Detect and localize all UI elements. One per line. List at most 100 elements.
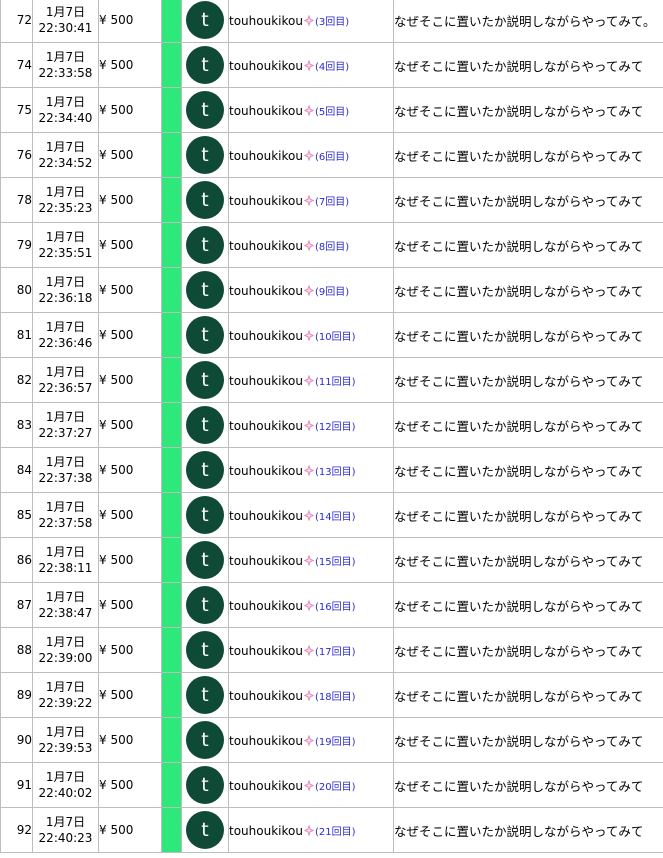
donation-count-link[interactable]: (14回目) — [315, 512, 356, 523]
donation-count-link[interactable]: (20回目) — [315, 782, 356, 793]
table-row: 79 1月7日 22:35:51 ¥ 500 t touhoukikou (8回目)… — [0, 222, 663, 268]
avatar[interactable]: t — [186, 271, 224, 309]
sparkle-icon — [303, 599, 314, 611]
row-amount: ¥ 500 — [98, 627, 162, 673]
row-time: 22:35:51 — [38, 246, 93, 260]
row-timestamp: 1月7日 22:30:41 — [32, 0, 99, 43]
avatar[interactable]: t — [186, 811, 224, 849]
avatar[interactable]: t — [186, 1, 224, 39]
donation-count-link[interactable]: (3回目) — [315, 17, 349, 28]
donation-count-link[interactable]: (16回目) — [315, 602, 356, 613]
superchat-table: 72 1月7日 22:30:41 ¥ 500 t touhoukikou (3回目)… — [0, 0, 663, 853]
donation-count-link[interactable]: (15回目) — [315, 557, 356, 568]
donation-count-link[interactable]: (7回目) — [315, 197, 349, 208]
tier-color-bar — [161, 402, 182, 448]
donation-count-link[interactable]: (11回目) — [315, 377, 356, 388]
table-row: 78 1月7日 22:35:23 ¥ 500 t touhoukikou (7回目)… — [0, 177, 663, 223]
donation-count-link[interactable]: (19回目) — [315, 737, 356, 748]
sparkle-icon — [303, 194, 314, 206]
row-timestamp: 1月7日 22:40:23 — [32, 807, 99, 853]
username-link[interactable]: touhoukikou — [230, 554, 303, 568]
tier-color-bar — [161, 267, 182, 313]
row-message: なぜそこに置いたか説明しながらやってみて — [393, 807, 663, 853]
avatar[interactable]: t — [186, 361, 224, 399]
donation-count-link[interactable]: (10回目) — [315, 332, 356, 343]
username-link[interactable]: touhoukikou — [230, 824, 303, 838]
username-link[interactable]: touhoukikou — [230, 194, 303, 208]
donation-count-link[interactable]: (12回目) — [315, 422, 356, 433]
row-timestamp: 1月7日 22:37:27 — [32, 402, 99, 448]
row-number: 74 — [0, 42, 33, 88]
avatar[interactable]: t — [186, 136, 224, 174]
row-timestamp: 1月7日 22:34:40 — [32, 87, 99, 133]
table-row: 88 1月7日 22:39:00 ¥ 500 t touhoukikou (17回目… — [0, 627, 663, 673]
username-link[interactable]: touhoukikou — [230, 779, 303, 793]
row-amount: ¥ 500 — [98, 402, 162, 448]
row-timestamp: 1月7日 22:39:53 — [32, 717, 99, 763]
username-link[interactable]: touhoukikou — [230, 239, 303, 253]
username-link[interactable]: touhoukikou — [230, 284, 303, 298]
donation-count-link[interactable]: (21回目) — [315, 827, 356, 838]
row-user: touhoukikou (20回目) — [228, 762, 394, 808]
sparkle-icon — [303, 284, 314, 296]
row-timestamp: 1月7日 22:35:51 — [32, 222, 99, 268]
row-date: 1月7日 — [45, 320, 86, 334]
username-link[interactable]: touhoukikou — [230, 464, 303, 478]
table-row: 86 1月7日 22:38:11 ¥ 500 t touhoukikou (15回目… — [0, 537, 663, 583]
donation-count-link[interactable]: (17回目) — [315, 647, 356, 658]
row-time: 22:39:53 — [38, 741, 93, 755]
avatar[interactable]: t — [186, 226, 224, 264]
row-amount: ¥ 500 — [98, 222, 162, 268]
username-link[interactable]: touhoukikou — [230, 59, 303, 73]
avatar[interactable]: t — [186, 451, 224, 489]
tier-color-bar — [161, 807, 182, 853]
avatar[interactable]: t — [186, 181, 224, 219]
avatar[interactable]: t — [186, 406, 224, 444]
row-amount: ¥ 500 — [98, 447, 162, 493]
username-link[interactable]: touhoukikou — [230, 644, 303, 658]
row-amount: ¥ 500 — [98, 267, 162, 313]
row-amount: ¥ 500 — [98, 492, 162, 538]
table-row: 83 1月7日 22:37:27 ¥ 500 t touhoukikou (12回目… — [0, 402, 663, 448]
donation-count-link[interactable]: (6回目) — [315, 152, 349, 163]
avatar[interactable]: t — [186, 586, 224, 624]
row-date: 1月7日 — [45, 230, 86, 244]
avatar[interactable]: t — [186, 631, 224, 669]
sparkle-icon — [303, 14, 314, 26]
username-link[interactable]: touhoukikou — [230, 734, 303, 748]
donation-count-link[interactable]: (9回目) — [315, 287, 349, 298]
row-date: 1月7日 — [45, 185, 86, 199]
row-date: 1月7日 — [45, 50, 86, 64]
avatar[interactable]: t — [186, 46, 224, 84]
avatar[interactable]: t — [186, 766, 224, 804]
donation-count-link[interactable]: (13回目) — [315, 467, 356, 478]
username-link[interactable]: touhoukikou — [230, 509, 303, 523]
donation-count-link[interactable]: (4回目) — [315, 62, 349, 73]
username-link[interactable]: touhoukikou — [230, 689, 303, 703]
sparkle-icon — [303, 374, 314, 386]
username-link[interactable]: touhoukikou — [230, 599, 303, 613]
row-time: 22:40:02 — [38, 786, 93, 800]
username-link[interactable]: touhoukikou — [230, 104, 303, 118]
sparkle-icon — [303, 419, 314, 431]
row-amount: ¥ 500 — [98, 42, 162, 88]
donation-count-link[interactable]: (8回目) — [315, 242, 349, 253]
avatar[interactable]: t — [186, 721, 224, 759]
username-link[interactable]: touhoukikou — [230, 14, 303, 28]
donation-count-link[interactable]: (5回目) — [315, 107, 349, 118]
avatar[interactable]: t — [186, 676, 224, 714]
table-row: 84 1月7日 22:37:38 ¥ 500 t touhoukikou (13回目… — [0, 447, 663, 493]
avatar[interactable]: t — [186, 316, 224, 354]
avatar[interactable]: t — [186, 496, 224, 534]
donation-count-link[interactable]: (18回目) — [315, 692, 356, 703]
username-link[interactable]: touhoukikou — [230, 419, 303, 433]
row-message: なぜそこに置いたか説明しながらやってみて — [393, 177, 663, 223]
row-message: なぜそこに置いたか説明しながらやってみて — [393, 132, 663, 178]
username-link[interactable]: touhoukikou — [230, 329, 303, 343]
username-link[interactable]: touhoukikou — [230, 374, 303, 388]
avatar[interactable]: t — [186, 91, 224, 129]
username-link[interactable]: touhoukikou — [230, 149, 303, 163]
avatar[interactable]: t — [186, 541, 224, 579]
row-message: なぜそこに置いたか説明しながらやってみて — [393, 762, 663, 808]
sparkle-icon — [303, 689, 314, 701]
